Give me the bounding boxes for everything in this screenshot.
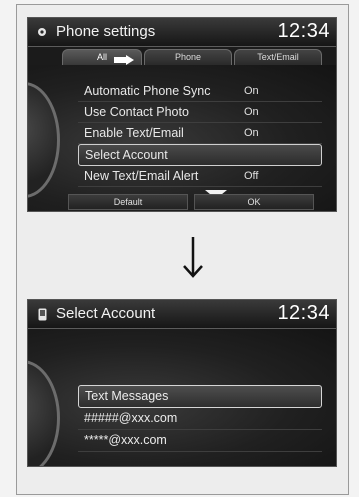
right-arrow-icon	[114, 52, 134, 70]
screen-title: Select Account	[56, 305, 156, 322]
list-item-account-2[interactable]: *****@xxx.com	[78, 430, 322, 452]
title-bar: Phone settings 12:34	[28, 18, 336, 47]
list-item-label: Use Contact Photo	[84, 105, 189, 119]
list-item-account-1[interactable]: #####@xxx.com	[78, 408, 322, 430]
down-arrow-icon	[182, 237, 204, 284]
button-bar: Default OK	[68, 194, 328, 210]
list-item-automatic-phone-sync[interactable]: Automatic Phone Sync On	[78, 81, 322, 102]
settings-icon	[36, 26, 48, 38]
tab-text-email-label: Text/Email	[257, 52, 299, 62]
list-item-label: Select Account	[85, 148, 168, 162]
phone-icon	[36, 308, 48, 320]
list-item-text-messages[interactable]: Text Messages	[78, 385, 322, 408]
screen-title: Phone settings	[56, 23, 156, 40]
tab-bar: All Phone Text/Email	[62, 49, 322, 65]
list-item-value: On	[244, 127, 259, 139]
list-item-enable-text-email[interactable]: Enable Text/Email On	[78, 123, 322, 144]
tab-text-email[interactable]: Text/Email	[234, 49, 322, 65]
select-account-screen: Select Account 12:34 Text Messages #####…	[27, 299, 337, 467]
clock: 12:34	[277, 302, 330, 324]
frame: Phone settings 12:34 All Phone Text/Emai…	[16, 4, 349, 495]
tab-phone-label: Phone	[174, 52, 202, 62]
list-item-use-contact-photo[interactable]: Use Contact Photo On	[78, 102, 322, 123]
settings-list: Automatic Phone Sync On Use Contact Phot…	[78, 81, 322, 187]
ok-button[interactable]: OK	[194, 194, 314, 210]
list-item-value: On	[244, 106, 259, 118]
tab-phone[interactable]: Phone	[144, 49, 232, 65]
list-item-label: New Text/Email Alert	[84, 169, 199, 183]
phone-settings-screen: Phone settings 12:34 All Phone Text/Emai…	[27, 17, 337, 212]
title-bar: Select Account 12:34	[28, 300, 336, 329]
list-item-value: On	[244, 85, 259, 97]
list-item-select-account[interactable]: Select Account	[78, 144, 322, 166]
default-button[interactable]: Default	[68, 194, 188, 210]
clock: 12:34	[277, 20, 330, 42]
list-item-new-text-email-alert[interactable]: New Text/Email Alert Off	[78, 166, 322, 187]
tab-all-label: All	[96, 52, 107, 62]
list-item-label: Automatic Phone Sync	[84, 84, 211, 98]
list-item-label: Enable Text/Email	[84, 126, 184, 140]
account-list: Text Messages #####@xxx.com *****@xxx.co…	[78, 385, 322, 452]
list-item-value: Off	[244, 170, 259, 182]
